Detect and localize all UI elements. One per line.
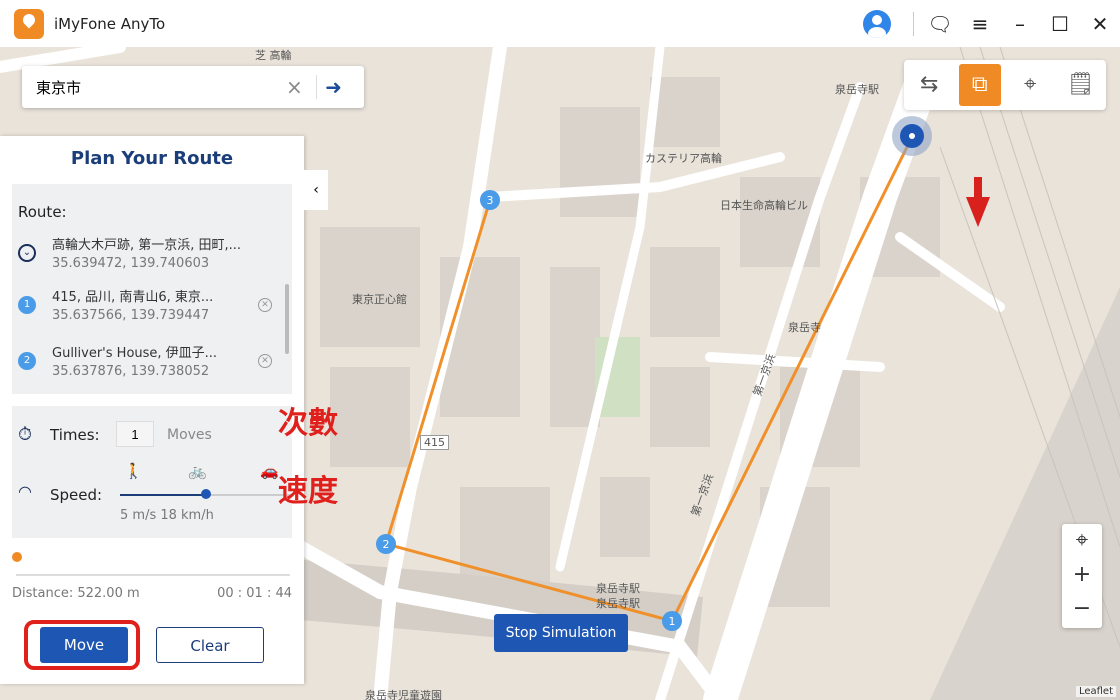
point-name: 415, 品川, 南青山6, 東京...: [52, 290, 214, 305]
waypoint-label: 2: [383, 538, 390, 551]
stopwatch-icon: ⏱: [18, 424, 33, 445]
clear-search-icon[interactable]: ×: [286, 75, 316, 99]
plan-route-panel: Plan Your Route Route: ⌄ 高輪大木戸跡, 第一京浜, 田…: [0, 136, 304, 684]
scrollbar[interactable]: [285, 284, 289, 354]
marker-1-icon: 1: [18, 296, 36, 314]
attribution-link[interactable]: Leaflet: [1075, 686, 1116, 697]
speed-annotation: 速度: [278, 474, 338, 509]
history-icon[interactable]: 🗒: [1060, 64, 1102, 106]
map-label: カステリア高輪: [645, 152, 722, 165]
point-coords: 35.637566, 139.739447: [52, 308, 210, 323]
zoom-control: ⌖ + −: [1062, 524, 1102, 628]
marker-2-icon: 2: [18, 352, 36, 370]
divider: [913, 11, 914, 36]
user-avatar-icon[interactable]: [863, 9, 891, 38]
chevron-down-icon[interactable]: ⌄: [18, 244, 36, 262]
route-label: Route:: [18, 203, 67, 221]
waypoint-label: 1: [669, 615, 676, 628]
teleport-icon[interactable]: ⌖: [1009, 64, 1051, 106]
remove-point-icon[interactable]: ✕: [258, 354, 272, 368]
menu-icon[interactable]: ≡: [960, 12, 1000, 36]
times-label: Times:: [50, 426, 100, 444]
point-coords: 35.639472, 139.740603: [52, 256, 210, 271]
zoom-in-button[interactable]: +: [1062, 558, 1102, 592]
times-input[interactable]: [116, 421, 154, 447]
two-point-route-icon[interactable]: ⇆: [908, 64, 950, 106]
map-label: 日本生命高輪ビル: [720, 199, 808, 212]
waypoint-label: 3: [487, 194, 494, 207]
map-label: 泉岳寺児童遊園: [365, 689, 442, 700]
speed-value: 5 m/s 18 km/h: [120, 508, 214, 523]
map-label: 泉岳寺駅: [596, 582, 640, 595]
map-label: 東京正心館: [352, 293, 407, 306]
remove-point-icon[interactable]: ✕: [258, 298, 272, 312]
point-name: Gulliver's House, 伊皿子...: [52, 346, 218, 361]
map-label: 泉岳寺: [788, 321, 821, 334]
car-icon[interactable]: 🚗: [260, 462, 279, 480]
progress-bar: [16, 574, 290, 576]
locate-icon[interactable]: ⌖: [1062, 524, 1102, 558]
route-list: Route: ⌄ 高輪大木戸跡, 第一京浜, 田町,... 35.639472,…: [12, 184, 292, 394]
map-label: 泉岳寺駅: [596, 597, 640, 610]
app-logo-icon: [14, 8, 44, 39]
panel-title: Plan Your Route: [70, 148, 234, 169]
point-coords: 35.637876, 139.738052: [52, 364, 210, 379]
route-point-2[interactable]: 2 Gulliver's House, 伊皿子... 35.637876, 13…: [18, 340, 288, 390]
bike-icon[interactable]: 🚲: [188, 462, 207, 480]
collapse-panel-button[interactable]: ‹: [304, 170, 328, 210]
times-annotation: 次數: [278, 406, 338, 441]
maximize-icon[interactable]: ☐: [1040, 12, 1080, 36]
times-unit: Moves: [167, 427, 212, 443]
point-name: 高輪大木戸跡, 第一京浜, 田町,...: [52, 238, 242, 253]
map-label: 芝 高輪: [255, 49, 292, 62]
move-button[interactable]: Move: [40, 627, 128, 663]
title-bar: iMyFone AnyTo 🗨 ≡ – ☐ ✕: [0, 0, 1120, 47]
route-point-start[interactable]: ⌄ 高輪大木戸跡, 第一京浜, 田町,... 35.639472, 139.74…: [18, 232, 288, 282]
progress-marker-icon: [12, 552, 22, 562]
feedback-icon[interactable]: 🗨: [920, 12, 960, 36]
route-point-1[interactable]: 1 415, 品川, 南青山6, 東京... 35.637566, 139.73…: [18, 284, 288, 334]
walk-icon[interactable]: 🚶: [124, 462, 143, 480]
multi-spot-route-icon[interactable]: ⧉: [958, 64, 1001, 106]
mode-toolbar: ⇆ ⧉ ⌖ 🗒: [904, 60, 1106, 110]
stop-simulation-button[interactable]: Stop Simulation: [494, 614, 628, 652]
search-input[interactable]: [36, 78, 286, 96]
distance-text: Distance: 522.00 m: [12, 586, 140, 601]
duration-text: 00 : 01 : 44: [217, 586, 292, 601]
speed-slider[interactable]: [120, 489, 292, 499]
search-go-icon[interactable]: ➜: [316, 75, 350, 99]
red-arrow-annotation: [966, 177, 990, 227]
app-title: iMyFone AnyTo: [54, 14, 166, 33]
close-icon[interactable]: ✕: [1080, 12, 1120, 36]
options-box: ⏱ Times: Moves ◠ Speed: 🚶 🚲 🚗 5 m/s 18 k…: [12, 406, 292, 538]
clear-button[interactable]: Clear: [156, 627, 264, 663]
route-shield: 415: [420, 435, 449, 450]
speed-slider-handle[interactable]: [201, 489, 211, 499]
speed-label: Speed:: [50, 486, 103, 504]
minimize-icon[interactable]: –: [1000, 12, 1040, 36]
zoom-out-button[interactable]: −: [1062, 592, 1102, 626]
search-box: × ➜: [22, 66, 364, 108]
speedometer-icon: ◠: [18, 482, 32, 501]
map-label: 泉岳寺駅: [835, 83, 879, 96]
